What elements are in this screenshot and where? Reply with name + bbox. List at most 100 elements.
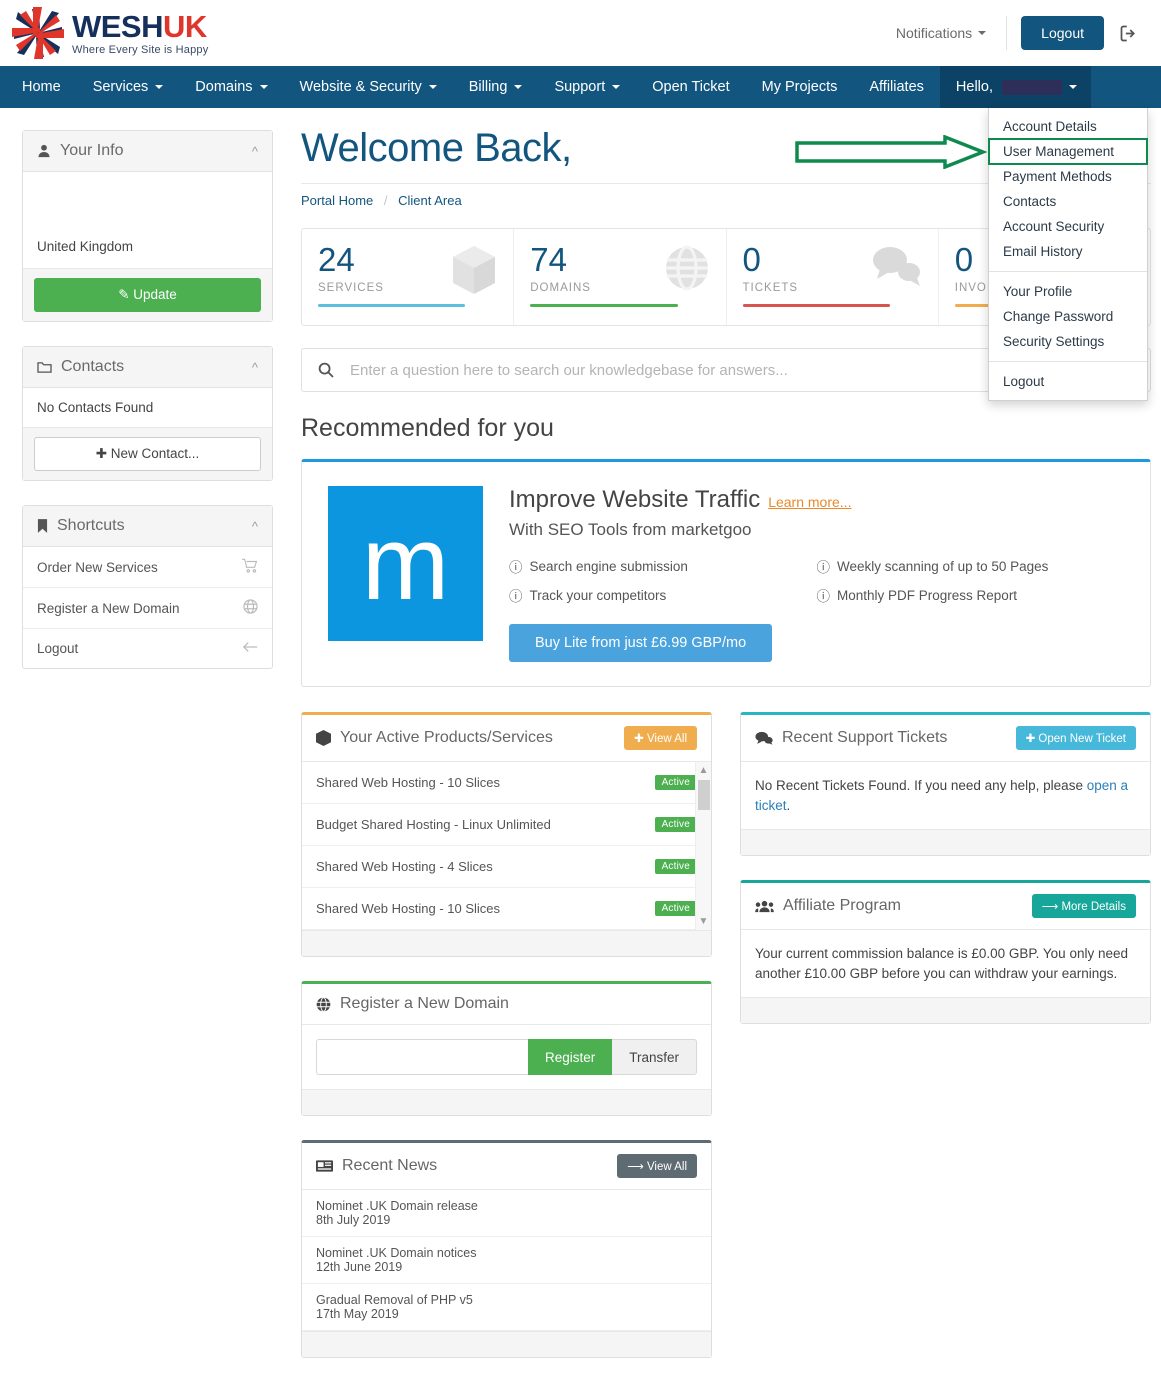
register-button[interactable]: Register (527, 1039, 613, 1075)
nav-label: Domains (195, 79, 253, 95)
service-row[interactable]: Shared Web Hosting - 10 Slices Active (302, 888, 711, 930)
register-domain-footer (302, 1089, 711, 1115)
open-ticket-label: Open New Ticket (1038, 733, 1126, 745)
services-scrollbar[interactable]: ▲ ▼ (695, 762, 711, 930)
menu-item-security-settings[interactable]: Security Settings (989, 329, 1147, 354)
nav-label: Billing (468, 79, 508, 95)
service-name: Budget Shared Hosting - Linux Unlimited (316, 817, 551, 832)
chevron-down-icon[interactable]: ▼ (699, 916, 709, 927)
header-divider (1006, 16, 1008, 50)
news-title: Nominet .UK Domain notices (316, 1246, 477, 1260)
nav-item-domains[interactable]: Domains (179, 66, 283, 108)
check-circle-icon: ⓘ (509, 589, 523, 604)
feature-label: Search engine submission (529, 558, 688, 574)
stat-card-tickets[interactable]: 0 TICKETS (727, 229, 939, 325)
breadcrumb-client-area[interactable]: Client Area (398, 193, 462, 208)
view-all-news-button[interactable]: ⟶ View All (617, 1154, 697, 1178)
nav-item-my-projects[interactable]: My Projects (746, 66, 854, 108)
menu-item-account-security[interactable]: Account Security (989, 214, 1147, 239)
menu-item-payment-methods[interactable]: Payment Methods (989, 164, 1147, 189)
support-tickets-title: Recent Support Tickets (782, 729, 948, 746)
menu-item-change-password[interactable]: Change Password (989, 304, 1147, 329)
affiliate-program-header: Affiliate Program ⟶ More Details (741, 883, 1150, 931)
contacts-header[interactable]: Contacts ^ (23, 347, 272, 388)
shortcut-label: Register a New Domain (37, 600, 180, 616)
chevron-up-icon[interactable]: ▲ (699, 765, 709, 776)
new-contact-button[interactable]: ✚ New Contact... (34, 437, 261, 471)
feature-item: ⓘ Track your competitors (509, 585, 817, 605)
breadcrumb-portal-home[interactable]: Portal Home (301, 193, 373, 208)
shortcuts-panel: Shortcuts ^ Order New Services Register … (22, 505, 273, 669)
affiliate-program-panel: Affiliate Program ⟶ More Details Your cu… (740, 880, 1151, 1025)
service-row[interactable]: Shared Web Hosting - 4 Slices Active (302, 846, 711, 888)
menu-item-contacts[interactable]: Contacts (989, 189, 1147, 214)
support-tickets-header: Recent Support Tickets ✚ Open New Ticket (741, 715, 1150, 762)
your-info-footer: ✎ Update (23, 268, 272, 321)
feature-item: ⓘ Search engine submission (509, 556, 817, 576)
active-services-panel: Your Active Products/Services ✚ View All… (301, 712, 712, 957)
site-logo[interactable]: WESHUK Where Every Site is Happy (10, 7, 208, 59)
chevron-down-icon (428, 85, 437, 89)
news-list: Nominet .UK Domain release 8th July 2019… (302, 1190, 711, 1331)
nav-item-open-ticket[interactable]: Open Ticket (636, 66, 745, 108)
shortcut-order-new-services[interactable]: Order New Services (23, 547, 272, 588)
user-icon (37, 144, 51, 158)
support-tickets-body: No Recent Tickets Found. If you need any… (741, 762, 1150, 829)
menu-item-account-details[interactable]: Account Details (989, 114, 1147, 139)
shortcut-register-new-domain[interactable]: Register a New Domain (23, 588, 272, 629)
menu-item-your-profile[interactable]: Your Profile (989, 279, 1147, 304)
buy-lite-button[interactable]: Buy Lite from just £6.99 GBP/mo (509, 624, 773, 662)
nav-item-home[interactable]: Home (0, 66, 77, 108)
chevron-up-icon[interactable]: ^ (252, 360, 258, 375)
feature-label: Weekly scanning of up to 50 Pages (837, 558, 1049, 574)
news-date: 17th May 2019 (316, 1307, 399, 1321)
update-button[interactable]: ✎ Update (34, 278, 261, 312)
redacted-username (1001, 79, 1062, 95)
service-row[interactable]: Shared Web Hosting - 10 Slices Active (302, 762, 711, 804)
nav-label: Affiliates (869, 79, 924, 95)
nav-item-affiliates[interactable]: Affiliates (853, 66, 940, 108)
nav-item-user-menu[interactable]: Hello, (939, 66, 1091, 108)
chevron-up-icon[interactable]: ^ (252, 144, 258, 159)
shortcuts-header[interactable]: Shortcuts ^ (23, 506, 272, 547)
news-item[interactable]: Gradual Removal of PHP v5 17th May 2019 (302, 1284, 711, 1331)
nav-item-website-security[interactable]: Website & Security (284, 66, 453, 108)
arrow-left-icon (242, 640, 258, 657)
transfer-button[interactable]: Transfer (612, 1039, 697, 1075)
nav-label: Support (554, 79, 606, 95)
service-row[interactable]: Budget Shared Hosting - Linux Unlimited … (302, 804, 711, 846)
learn-more-link[interactable]: Learn more... (768, 494, 851, 510)
marketgoo-logo-letter: m (361, 505, 450, 622)
tickets-empty-text-end: . (786, 797, 791, 813)
view-all-services-button[interactable]: ✚ View All (624, 726, 697, 750)
register-domain-header: Register a New Domain (302, 984, 711, 1025)
more-details-button[interactable]: ⟶ More Details (1031, 894, 1136, 919)
open-new-ticket-button[interactable]: ✚ Open New Ticket (1015, 726, 1136, 750)
notifications-dropdown[interactable]: Notifications (882, 17, 1000, 49)
tickets-empty-text: No Recent Tickets Found. If you need any… (755, 778, 1087, 793)
stat-card-services[interactable]: 24 SERVICES (302, 229, 515, 325)
logout-button[interactable]: Logout (1021, 16, 1104, 50)
nav-item-billing[interactable]: Billing (453, 66, 539, 108)
scrollbar-thumb[interactable] (698, 780, 710, 810)
domain-input[interactable] (316, 1039, 528, 1075)
news-item[interactable]: Nominet .UK Domain release 8th July 2019 (302, 1190, 711, 1237)
update-label: Update (133, 287, 177, 302)
your-info-header[interactable]: Your Info ^ (23, 131, 272, 172)
recommended-section-title: Recommended for you (301, 414, 554, 442)
menu-item-email-history[interactable]: Email History (989, 239, 1147, 264)
view-all-label: View All (646, 1161, 687, 1173)
affiliate-program-title: Affiliate Program (783, 897, 901, 915)
stat-card-domains[interactable]: 74 DOMAINS (514, 229, 727, 325)
chevron-up-icon[interactable]: ^ (252, 519, 258, 534)
news-item[interactable]: Nominet .UK Domain notices 12th June 201… (302, 1237, 711, 1284)
shortcut-logout[interactable]: Logout (23, 629, 272, 668)
breadcrumb-separator: / (383, 193, 388, 208)
nav-item-support[interactable]: Support (538, 66, 636, 108)
nav-label: My Projects (761, 79, 838, 95)
menu-divider (989, 361, 1147, 362)
menu-item-user-management[interactable]: User Management (988, 138, 1148, 165)
sign-out-icon[interactable] (1118, 23, 1139, 44)
nav-item-services[interactable]: Services (77, 66, 180, 108)
menu-item-logout[interactable]: Logout (989, 369, 1147, 394)
